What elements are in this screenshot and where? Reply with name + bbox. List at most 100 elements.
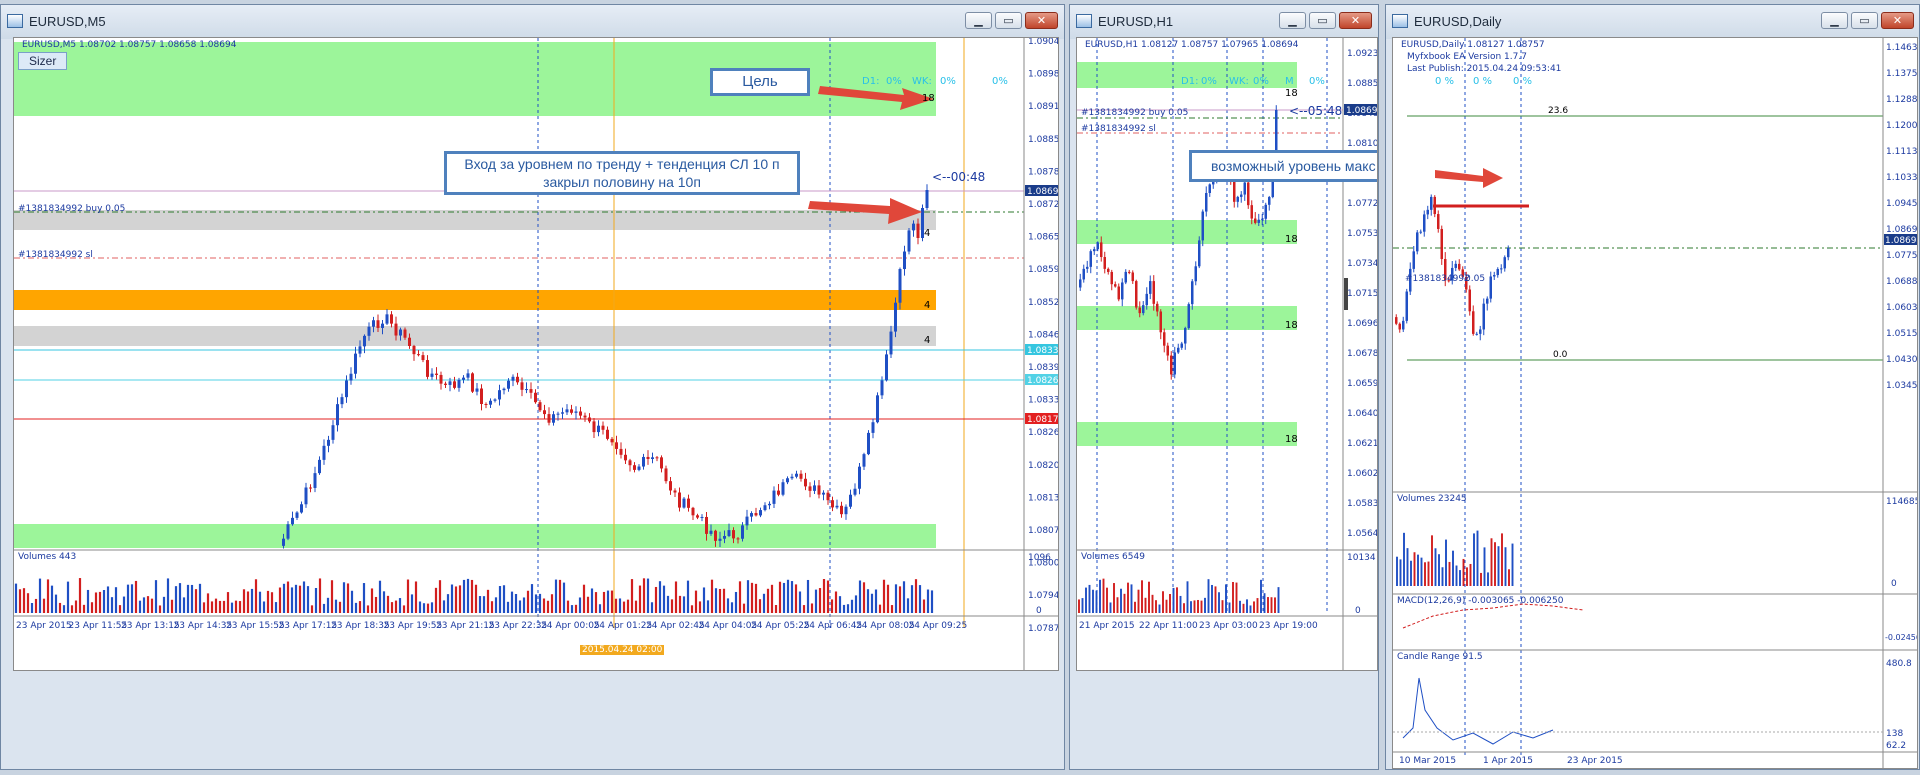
window-titlebar[interactable]: EURUSD,Daily ▁ ▭ ✕ bbox=[1386, 5, 1919, 39]
price-scale-label: 1.08694 bbox=[1886, 225, 1917, 235]
price-scale-label: 1.08723 bbox=[1028, 200, 1058, 210]
m5-candle bbox=[889, 331, 893, 355]
zone-label: 18 bbox=[922, 93, 935, 104]
stoploss-line-label[interactable]: #1381834992 sl bbox=[1081, 124, 1156, 134]
price-scale-label: 1.07878 bbox=[1028, 624, 1058, 634]
m5-candle bbox=[439, 374, 443, 384]
order-line-label[interactable]: #1381834992 buy 0.05 bbox=[1081, 108, 1188, 118]
m5-candle bbox=[826, 492, 830, 501]
m5-candle bbox=[579, 411, 582, 416]
h1-candle bbox=[1205, 193, 1208, 212]
price-scale-label: 1.09457 bbox=[1886, 199, 1917, 209]
price-chart-m5[interactable]: 1.09048 1.08983 1.08918 1.08853 1.08788 1.087… bbox=[13, 37, 1059, 671]
m5-candle bbox=[907, 230, 911, 252]
candle-range-label: Candle Range 91.5 bbox=[1397, 652, 1483, 662]
time-axis-label: 24 Apr 02:45 bbox=[646, 621, 705, 631]
time-axis-label: 23 Apr 2015 bbox=[16, 621, 72, 631]
price-scale-label: 1.08983 bbox=[1028, 70, 1058, 80]
m5-candle bbox=[466, 373, 470, 378]
m5-candle bbox=[831, 500, 834, 508]
m5-candle bbox=[619, 448, 623, 455]
m5-candle bbox=[664, 468, 668, 482]
wk-stat-value: 0% bbox=[1253, 76, 1269, 87]
maximize-icon: ▭ bbox=[1003, 14, 1014, 27]
h1-candle bbox=[1173, 352, 1176, 375]
price-chart-canvas[interactable]: 1.09048 1.08983 1.08918 1.08853 1.08788 1.087… bbox=[14, 38, 1058, 670]
price-scale-label: 1.07539 bbox=[1347, 229, 1377, 239]
m5-candle bbox=[867, 432, 870, 455]
time-axis-label: 24 Apr 08:05 bbox=[856, 621, 915, 631]
price-chart-daily[interactable]: 1.14632 1.13757 1.12882 1.12007 1.11132 1.103… bbox=[1392, 37, 1918, 769]
chart-window-h1[interactable]: EURUSD,H1 ▁ ▭ ✕ 1.092361.088591.084841.0… bbox=[1069, 4, 1379, 770]
maximize-button[interactable]: ▭ bbox=[1851, 12, 1878, 29]
m5-candle bbox=[421, 355, 425, 361]
order-line-label[interactable]: #1381834992 buy 0.05 bbox=[18, 204, 125, 214]
h1-candle bbox=[1194, 266, 1197, 282]
minimize-button[interactable]: ▁ bbox=[1821, 12, 1848, 29]
d1-candle bbox=[1430, 196, 1433, 210]
m5-candle bbox=[916, 223, 920, 238]
close-icon: ✕ bbox=[1350, 14, 1361, 27]
m5-candle bbox=[741, 525, 744, 539]
minimize-icon: ▁ bbox=[1830, 14, 1839, 27]
stoploss-line-label[interactable]: #1381834992 sl bbox=[18, 250, 93, 260]
d1-candle bbox=[1489, 276, 1492, 299]
m5-candle bbox=[358, 346, 362, 354]
window-title: EURUSD,Daily bbox=[1414, 14, 1502, 29]
window-titlebar[interactable]: EURUSD,H1 ▁ ▭ ✕ bbox=[1070, 5, 1378, 39]
chart-window-m5[interactable]: EURUSD,M5 ▁ ▭ ✕ 1.090481.089831.089181.0… bbox=[0, 4, 1065, 770]
m5-candle bbox=[435, 373, 438, 375]
price-scale-label: 1.08138 bbox=[1028, 493, 1058, 503]
minimize-button[interactable]: ▁ bbox=[1279, 12, 1306, 29]
m5-candle bbox=[498, 390, 501, 400]
price-scale-label: 1.07159 bbox=[1347, 289, 1377, 299]
m5-candle bbox=[871, 422, 875, 433]
price-tag-label: 1.08694 bbox=[1027, 187, 1058, 197]
m5-candle bbox=[372, 320, 375, 327]
h1-candle bbox=[1131, 272, 1134, 282]
orange-zone bbox=[14, 290, 936, 310]
chart-window-daily[interactable]: EURUSD,Daily ▁ ▭ ✕ 1.14632 1.13757 1.12882… bbox=[1385, 4, 1920, 770]
close-button[interactable]: ✕ bbox=[1339, 12, 1372, 29]
d1-candle bbox=[1486, 298, 1489, 304]
m5-candle bbox=[304, 487, 308, 505]
price-scale-label: 1.07349 bbox=[1347, 259, 1377, 269]
m5-candle bbox=[660, 457, 663, 469]
d1-candle bbox=[1440, 228, 1443, 260]
m5-candle bbox=[759, 510, 762, 516]
h1-candle bbox=[1208, 184, 1211, 194]
m5-candle bbox=[295, 512, 299, 518]
volume-scale-label: 0 bbox=[1036, 606, 1042, 616]
minimize-button[interactable]: ▁ bbox=[965, 12, 992, 29]
d1-stat-label: D1: bbox=[1181, 76, 1199, 87]
window-titlebar[interactable]: EURUSD,M5 ▁ ▭ ✕ bbox=[1, 5, 1064, 39]
m5-candle bbox=[583, 415, 587, 418]
price-chart-h1[interactable]: 1.092361.088591.084841.081041.079141.077… bbox=[1076, 37, 1378, 671]
zone-label: 18 bbox=[1285, 434, 1298, 445]
price-scale-label: 1.12007 bbox=[1886, 121, 1917, 131]
entry-callout: Вход за уровнем по тренду + тенденция СЛ… bbox=[444, 151, 800, 195]
d1-candle bbox=[1503, 257, 1506, 269]
m5-candle bbox=[763, 505, 767, 511]
sizer-button[interactable]: Sizer bbox=[18, 52, 68, 70]
m5-candle bbox=[471, 373, 474, 392]
price-scale-label: 1.06969 bbox=[1347, 319, 1377, 329]
maximize-button[interactable]: ▭ bbox=[995, 12, 1022, 29]
order-line-label-lots[interactable]: 0.05 bbox=[1465, 274, 1485, 284]
maximize-icon: ▭ bbox=[1317, 14, 1328, 27]
time-axis-label: 24 Apr 06:45 bbox=[804, 621, 863, 631]
order-line-label[interactable]: #1381834992 bbox=[1405, 274, 1470, 284]
m5-candle bbox=[412, 345, 416, 355]
m5-candle bbox=[790, 476, 794, 479]
maximize-button[interactable]: ▭ bbox=[1309, 12, 1336, 29]
close-button[interactable]: ✕ bbox=[1025, 12, 1058, 29]
m5-candle bbox=[511, 376, 515, 381]
price-scale-label: 1.08658 bbox=[1028, 233, 1058, 243]
h1-candle bbox=[1268, 197, 1271, 205]
time-axis-label: 24 Apr 00:05 bbox=[541, 621, 600, 631]
m5-candle bbox=[804, 478, 807, 487]
m5-candle bbox=[570, 409, 573, 413]
price-scale-label: 1.03457 bbox=[1886, 381, 1917, 391]
close-button[interactable]: ✕ bbox=[1881, 12, 1914, 29]
ea-name: Myfxbook EA Version 1.7.7 bbox=[1407, 52, 1527, 62]
